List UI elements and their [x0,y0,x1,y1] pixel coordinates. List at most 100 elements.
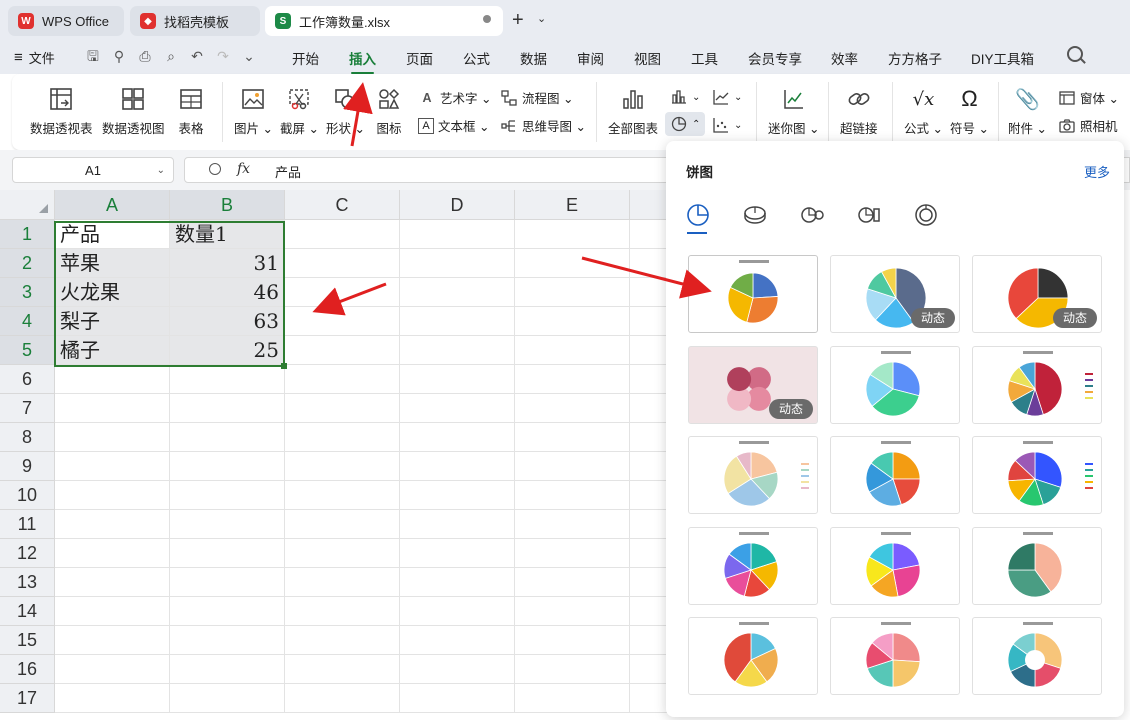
cell[interactable] [400,452,515,481]
table-button[interactable]: 表格 [178,86,204,137]
pie-of-pie-type-icon[interactable] [800,203,824,227]
cell[interactable] [285,423,400,452]
pie-3d-type-icon[interactable] [743,203,767,227]
data-cell[interactable]: 63 [170,307,285,336]
symbol-button[interactable]: Ω 符号 ⌄ [950,86,989,137]
cell[interactable] [515,539,630,568]
cell[interactable] [400,539,515,568]
cell[interactable] [170,423,285,452]
formula-button[interactable]: √x 公式 ⌄ [904,86,943,137]
menu-tab-insert[interactable]: 插入 [349,48,376,74]
row-header-14[interactable]: 14 [0,597,55,626]
row-header-17[interactable]: 17 [0,684,55,713]
cell[interactable] [285,365,400,394]
cell[interactable] [55,568,170,597]
cell[interactable] [170,394,285,423]
row-header-7[interactable]: 7 [0,394,55,423]
undo-icon[interactable]: ↶ [188,47,206,65]
pie-template-12[interactable] [972,527,1102,605]
print-icon[interactable]: ⎙ [136,47,154,65]
row-header-2[interactable]: 2 [0,249,55,278]
line-chart-dropdown[interactable]: ⌄ [712,88,742,106]
all-charts-button[interactable]: 全部图表 [608,86,658,137]
shape-button[interactable]: 形状 ⌄ [326,86,365,137]
cell[interactable] [285,655,400,684]
flowchart-button[interactable]: 流程图 ⌄ [500,88,573,107]
chevron-down-icon[interactable]: ⌄ [157,165,165,176]
pivot-chart-button[interactable]: 数据透视图 [102,86,165,137]
quick-access-more-icon[interactable]: ⌄ [240,47,258,65]
cell[interactable] [285,481,400,510]
cell[interactable] [285,626,400,655]
row-header-11[interactable]: 11 [0,510,55,539]
cell[interactable] [400,655,515,684]
cell[interactable] [515,655,630,684]
cell[interactable] [515,423,630,452]
pie-template-9[interactable] [972,436,1102,514]
cell[interactable] [285,684,400,713]
menu-tab-view[interactable]: 视图 [634,48,661,68]
cell[interactable] [400,481,515,510]
cell[interactable] [55,423,170,452]
tab-docer-templates[interactable]: ◆ 找稻壳模板 [130,6,260,36]
cell[interactable] [515,568,630,597]
cell[interactable] [55,481,170,510]
mindmap-button[interactable]: 思维导图 ⌄ [500,116,586,135]
data-cell[interactable]: 火龙果 [55,278,170,307]
menu-tab-tools[interactable]: 工具 [691,48,718,68]
cell[interactable] [515,365,630,394]
pie-template-15[interactable] [972,617,1102,695]
cell[interactable] [515,597,630,626]
cell[interactable] [55,539,170,568]
tab-close-icon[interactable] [483,15,491,23]
picture-button[interactable]: 图片 ⌄ [234,86,273,137]
cell[interactable] [400,220,515,249]
cell[interactable] [400,365,515,394]
cell[interactable] [515,249,630,278]
cell[interactable] [285,539,400,568]
cell[interactable] [400,626,515,655]
file-menu[interactable]: ≡ 文件 [14,48,55,67]
column-header-b[interactable]: B [170,190,285,220]
cell[interactable] [55,510,170,539]
more-link[interactable]: 更多 [1084,162,1110,181]
new-tab-icon[interactable]: + [512,10,524,30]
tab-list-chevron-icon[interactable]: ⌄ [537,12,546,25]
save-icon[interactable]: 🖫 [84,47,102,65]
column-header-c[interactable]: C [285,190,400,220]
cell[interactable] [515,220,630,249]
wordart-button[interactable]: A 艺术字 ⌄ [418,88,491,107]
cell[interactable] [285,568,400,597]
pie-template-13[interactable] [688,617,818,695]
sparkline-button[interactable]: 迷你图 ⌄ [768,86,819,137]
row-header-12[interactable]: 12 [0,539,55,568]
data-cell[interactable]: 苹果 [55,249,170,278]
cell[interactable] [400,597,515,626]
pivot-table-button[interactable]: 数据透视表 [30,86,93,137]
cell[interactable] [55,394,170,423]
textbox-button[interactable]: A 文本框 ⌄ [418,116,489,135]
cell[interactable] [515,481,630,510]
cell[interactable] [285,307,400,336]
cell[interactable] [285,220,400,249]
cell[interactable] [515,452,630,481]
cell[interactable] [285,249,400,278]
share-icon[interactable]: ⚲ [110,47,128,65]
menu-tab-formula[interactable]: 公式 [463,48,490,68]
menu-tab-member[interactable]: 会员专享 [748,48,802,68]
pie-template-3[interactable]: 动态 [972,255,1102,333]
cell[interactable] [55,684,170,713]
cell[interactable] [55,597,170,626]
function-icon[interactable]: fx [237,161,250,177]
row-header-8[interactable]: 8 [0,423,55,452]
cell[interactable] [170,568,285,597]
cell[interactable] [285,278,400,307]
cell[interactable] [400,307,515,336]
cell[interactable] [170,597,285,626]
column-header-e[interactable]: E [515,190,630,220]
cell[interactable] [400,249,515,278]
column-header-d[interactable]: D [400,190,515,220]
row-header-15[interactable]: 15 [0,626,55,655]
cell[interactable] [515,278,630,307]
pie-template-14[interactable] [830,617,960,695]
